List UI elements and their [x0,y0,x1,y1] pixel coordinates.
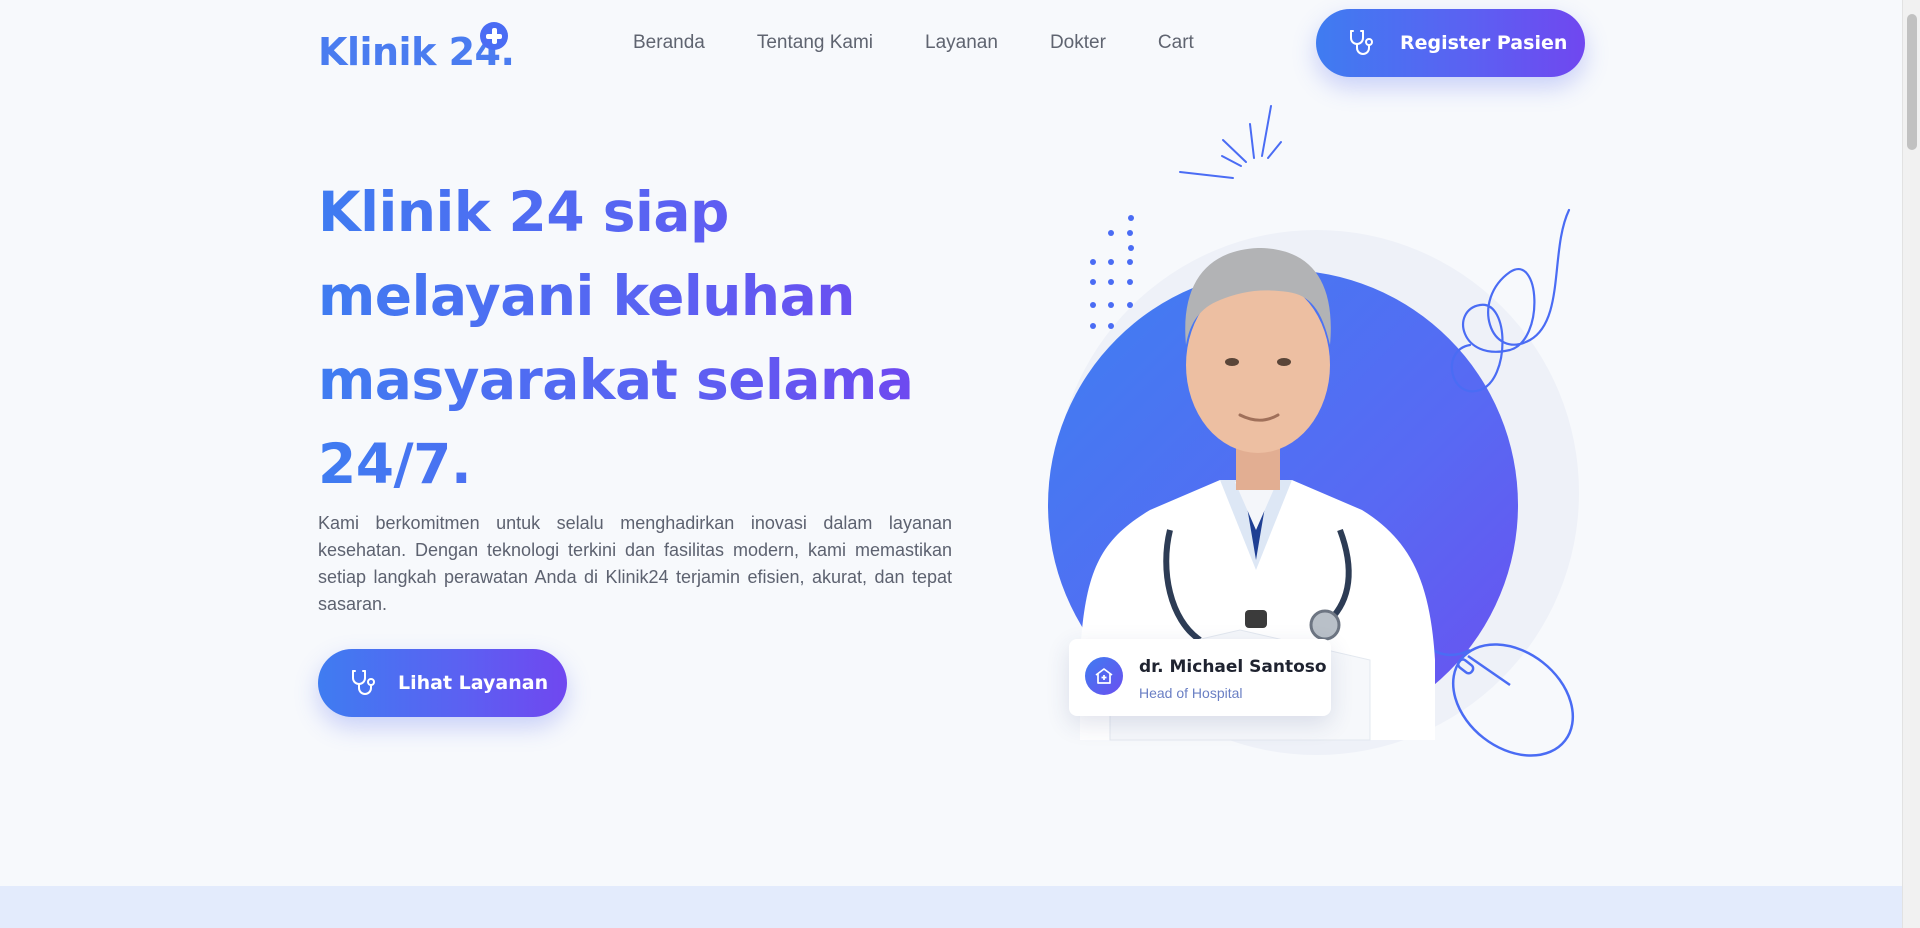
register-patient-label: Register Pasien [1400,32,1568,54]
page: Klinik 24. Beranda Tentang Kami Layanan … [0,0,1902,928]
nav-item-cart[interactable]: Cart [1158,32,1194,54]
hero-title: Klinik 24 siap melayani keluhan masyarak… [318,170,938,506]
stethoscope-icon [1348,29,1374,57]
doctor-card[interactable]: dr. Michael Santoso Head of Hospital [1069,639,1331,716]
doctor-role: Head of Hospital [1139,685,1243,701]
view-services-label: Lihat Layanan [398,672,549,694]
stethoscope-icon [350,669,376,697]
register-patient-button[interactable]: Register Pasien [1316,9,1585,77]
plus-icon [480,22,508,50]
nav-item-beranda[interactable]: Beranda [633,32,705,54]
page-scrollbar[interactable] [1902,0,1920,928]
hero-description: Kami berkomitmen untuk selalu menghadirk… [318,513,952,614]
scrollbar-thumb[interactable] [1907,14,1917,150]
nav-item-layanan[interactable]: Layanan [925,32,998,54]
next-section-band [0,886,1902,928]
hospital-icon [1085,657,1123,695]
nav-item-dokter[interactable]: Dokter [1050,32,1106,54]
nav-item-tentang-kami[interactable]: Tentang Kami [757,32,873,54]
view-services-button[interactable]: Lihat Layanan [318,649,567,717]
main-nav: Beranda Tentang Kami Layanan Dokter Cart [633,32,1246,54]
doctor-name: dr. Michael Santoso [1139,657,1327,677]
